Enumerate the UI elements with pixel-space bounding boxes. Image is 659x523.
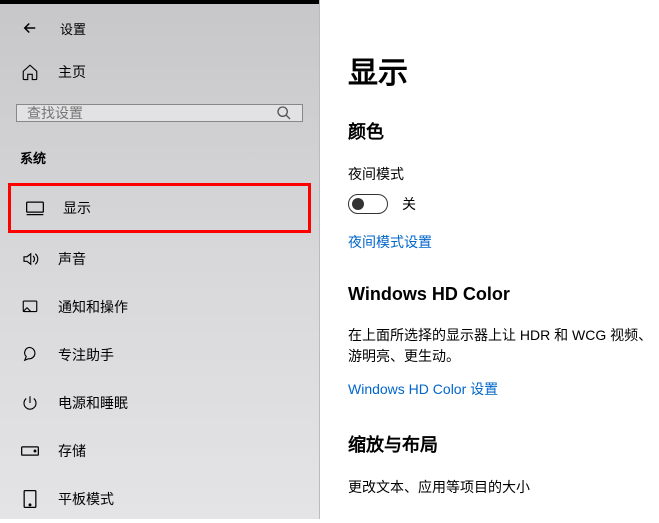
hd-color-title: Windows HD Color bbox=[348, 284, 659, 305]
main-content: 显示 颜色 夜间模式 关 夜间模式设置 Windows HD Color 在上面… bbox=[320, 0, 659, 519]
nav-label-tablet: 平板模式 bbox=[58, 489, 114, 509]
night-light-settings-link[interactable]: 夜间模式设置 bbox=[348, 232, 432, 252]
sidebar-item-focus[interactable]: 专注助手 bbox=[0, 331, 319, 379]
sidebar-item-storage[interactable]: 存储 bbox=[0, 427, 319, 475]
sidebar: 设置 主页 系统 显示 声音 bbox=[0, 0, 320, 519]
scale-title: 缩放与布局 bbox=[348, 431, 659, 457]
focus-icon bbox=[20, 345, 40, 365]
night-light-state: 关 bbox=[402, 194, 416, 214]
toggle-knob bbox=[352, 198, 364, 210]
hd-color-settings-link[interactable]: Windows HD Color 设置 bbox=[348, 379, 498, 399]
header: 设置 bbox=[0, 0, 319, 52]
search-icon bbox=[276, 105, 292, 121]
sidebar-item-display[interactable]: 显示 bbox=[8, 183, 311, 233]
hd-color-desc: 在上面所选择的显示器上让 HDR 和 WCG 视频、游明亮、更生动。 bbox=[348, 325, 659, 367]
nav-label-notifications: 通知和操作 bbox=[58, 297, 128, 317]
nav-label-display: 显示 bbox=[63, 198, 91, 218]
back-button[interactable] bbox=[20, 18, 40, 38]
sidebar-item-tablet[interactable]: 平板模式 bbox=[0, 475, 319, 523]
nav-label-sound: 声音 bbox=[58, 249, 86, 269]
sidebar-item-sound[interactable]: 声音 bbox=[0, 235, 319, 283]
sound-icon bbox=[20, 249, 40, 269]
sidebar-item-notifications[interactable]: 通知和操作 bbox=[0, 283, 319, 331]
page-title: 显示 bbox=[348, 48, 659, 92]
tablet-icon bbox=[20, 489, 40, 509]
power-icon bbox=[20, 393, 40, 413]
settings-title: 设置 bbox=[60, 19, 86, 38]
nav-label-focus: 专注助手 bbox=[58, 345, 114, 365]
home-icon bbox=[20, 62, 40, 82]
sidebar-item-power[interactable]: 电源和睡眠 bbox=[0, 379, 319, 427]
display-icon bbox=[25, 198, 45, 218]
notifications-icon bbox=[20, 297, 40, 317]
storage-icon bbox=[20, 441, 40, 461]
night-light-toggle[interactable] bbox=[348, 194, 388, 214]
color-section-title: 颜色 bbox=[348, 118, 659, 144]
night-light-label: 夜间模式 bbox=[348, 164, 659, 184]
nav-label-storage: 存储 bbox=[58, 441, 86, 461]
home-label: 主页 bbox=[58, 62, 86, 82]
arrow-left-icon bbox=[21, 19, 39, 37]
section-label: 系统 bbox=[0, 142, 319, 181]
nav-label-power: 电源和睡眠 bbox=[58, 393, 128, 413]
window-top-strip bbox=[0, 0, 319, 4]
scale-desc: 更改文本、应用等项目的大小 bbox=[348, 477, 659, 498]
home-nav[interactable]: 主页 bbox=[0, 52, 319, 92]
search-box[interactable] bbox=[16, 104, 303, 122]
search-input[interactable] bbox=[27, 105, 276, 121]
